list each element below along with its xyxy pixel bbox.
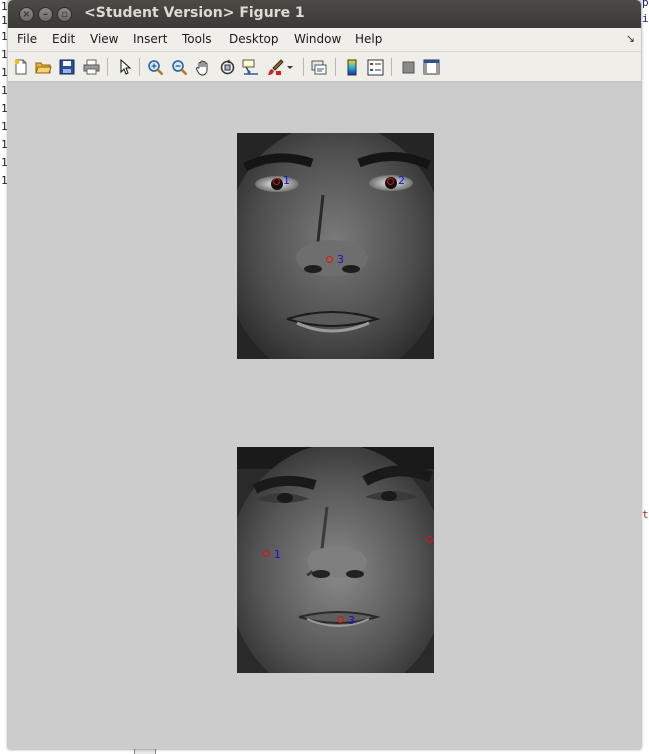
toolbar-separator [139, 58, 140, 76]
figure-toolbar [8, 52, 641, 82]
data-cursor-button[interactable] [241, 57, 261, 77]
menu-insert[interactable]: Insert [133, 32, 167, 46]
pan-button[interactable] [193, 57, 213, 77]
link-plot-icon [311, 60, 327, 74]
brush-dropdown-button[interactable] [285, 57, 295, 77]
link-plot-button[interactable] [309, 57, 329, 77]
landmark-label: 2 [398, 174, 405, 187]
menu-view[interactable]: View [90, 32, 118, 46]
open-file-icon [34, 62, 52, 74]
landmark-marker [273, 178, 280, 185]
zoom-in-icon [147, 59, 163, 75]
insert-colorbar-button[interactable] [342, 57, 362, 77]
zoom-out-icon [171, 59, 187, 75]
figure-canvas[interactable]: 1 2 3 1 3 [8, 83, 641, 749]
landmark-marker [387, 178, 394, 185]
background-text: 1 [1, 174, 8, 187]
zoom-out-button[interactable] [169, 57, 189, 77]
maximize-icon: ▫ [61, 9, 68, 20]
menu-tools[interactable]: Tools [182, 32, 212, 46]
pan-hand-icon [195, 60, 207, 76]
landmark-marker [263, 550, 270, 557]
brush-dropdown-icon [287, 66, 293, 69]
landmark-label: 1 [283, 174, 290, 187]
rotate-3d-icon [220, 58, 234, 74]
data-cursor-icon [242, 59, 258, 75]
close-icon: × [22, 9, 31, 20]
top-face-image[interactable]: 1 2 3 [237, 133, 434, 359]
menu-file[interactable]: File [17, 32, 37, 46]
hide-plot-tools-icon [402, 61, 414, 73]
insert-legend-button[interactable] [365, 57, 385, 77]
background-text: 1 [1, 0, 8, 13]
background-command-window-right: p i t [641, 0, 649, 754]
background-text: 1 [1, 30, 8, 43]
edit-plot-button[interactable] [115, 57, 135, 77]
print-button[interactable] [81, 57, 101, 77]
landmark-marker [326, 256, 333, 263]
background-text: 1 [1, 66, 8, 79]
landmark-label: 3 [348, 614, 355, 627]
toolbar-separator [303, 58, 304, 76]
close-window-button[interactable]: × [19, 7, 34, 22]
minimize-icon: – [43, 9, 48, 20]
landmark-marker [337, 616, 344, 623]
hide-plot-tools-button[interactable] [398, 57, 418, 77]
save-icon [59, 59, 75, 75]
menu-window[interactable]: Window [294, 32, 341, 46]
open-file-button[interactable] [33, 57, 53, 77]
landmark-label: 1 [274, 548, 281, 561]
rotate-3d-button[interactable] [217, 57, 237, 77]
background-command-window-left: 1 1 1 1 1 1 1 1 1 1 1 [0, 0, 8, 754]
background-text: 1 [1, 14, 8, 27]
new-figure-button[interactable] [11, 57, 31, 77]
toolbar-separator [107, 58, 108, 76]
face-photo [237, 133, 434, 359]
landmark-label: 3 [337, 253, 344, 266]
background-text: i [642, 12, 649, 25]
figure-window: × – ▫ <Student Version> Figure 1 File Ed… [8, 0, 641, 749]
maximize-window-button[interactable]: ▫ [57, 7, 72, 22]
toolbar-separator [391, 58, 392, 76]
menu-help[interactable]: Help [355, 32, 382, 46]
title-bar[interactable]: × – ▫ <Student Version> Figure 1 [8, 0, 641, 28]
brush-icon [267, 58, 284, 75]
zoom-in-button[interactable] [145, 57, 165, 77]
background-text: 1 [1, 84, 8, 97]
show-plot-tools-icon [423, 59, 439, 75]
insert-colorbar-icon [347, 59, 357, 75]
face-photo [237, 447, 434, 673]
save-button[interactable] [57, 57, 77, 77]
new-figure-icon [14, 59, 27, 75]
dock-figure-icon[interactable]: ↘ [626, 32, 635, 45]
background-text: 1 [1, 102, 8, 115]
minimize-window-button[interactable]: – [38, 7, 53, 22]
edit-plot-arrow-icon [120, 59, 132, 75]
menu-bar: File Edit View Insert Tools Desktop Wind… [8, 28, 641, 52]
background-text: p [642, 0, 649, 9]
landmark-marker [426, 536, 433, 543]
background-text: 1 [1, 156, 8, 169]
background-text: 1 [1, 138, 8, 151]
background-text: 1 [1, 120, 8, 133]
window-title: <Student Version> Figure 1 [84, 5, 305, 21]
print-icon [83, 59, 99, 75]
menu-desktop[interactable]: Desktop [229, 32, 279, 46]
toolbar-separator [335, 58, 336, 76]
menu-edit[interactable]: Edit [52, 32, 75, 46]
background-text: 1 [1, 48, 8, 61]
brush-button[interactable] [265, 57, 285, 77]
background-text: t [642, 508, 649, 521]
show-plot-tools-button[interactable] [421, 57, 441, 77]
insert-legend-icon [367, 59, 383, 75]
bottom-face-image[interactable]: 1 2 3 [237, 447, 434, 673]
